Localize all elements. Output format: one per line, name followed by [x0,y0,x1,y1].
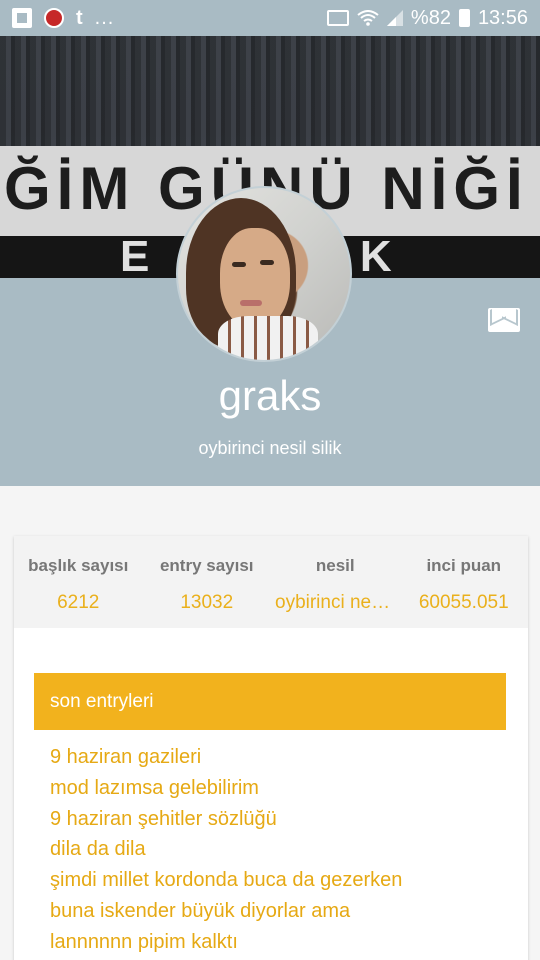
avatar-eye [232,262,246,267]
more-notifications: ... [94,6,115,29]
entry-link[interactable]: 9 haziran şehitler sözlüğü [50,804,402,835]
signal-icon [386,10,403,26]
entry-link[interactable]: buna iskender büyük diyorlar ama [50,896,402,927]
entry-link[interactable]: mod lazımsa gelebilirim [50,773,402,804]
stat-entry-count: entry sayısı 13032 [143,536,272,628]
clock: 13:56 [477,6,528,29]
cover-crowd [0,36,540,146]
avatar[interactable] [176,186,352,362]
entry-link[interactable]: lannnnnn pipim kalktı [50,927,402,958]
avatar-face [220,228,290,328]
entry-link[interactable]: şimdi millet kordonda buca da gezerken [50,865,402,896]
entry-link[interactable]: 9 haziran gazileri [50,742,402,773]
message-mail-icon[interactable] [488,308,520,332]
avatar-shirt [218,316,318,360]
battery-icon [458,9,470,27]
flipboard-icon [12,8,32,28]
stat-topic-count: başlık sayısı 6212 [14,536,143,628]
entry-link[interactable]: dila da dila [50,834,402,865]
stat-value: 60055.051 [418,592,509,613]
stat-label: inci puan [426,556,502,575]
profile-card: başlık sayısı 6212 entry sayısı 13032 ne… [14,536,528,960]
cast-icon [326,10,349,26]
stat-label: entry sayısı [159,556,254,575]
stat-score: inci puan 60055.051 [400,536,529,628]
stat-value: 6212 [57,592,100,613]
red-app-icon [44,8,64,28]
profile-tagline: oybirinci nesil silik [198,438,342,458]
stat-value: oybirinci nesil silik [275,592,400,613]
battery-percent: %82 [410,6,451,29]
stat-label: başlık sayısı [28,556,129,575]
stat-value: 13032 [180,592,234,613]
tumblr-icon: t [76,6,83,29]
recent-entries-heading: son entryleri [34,673,506,730]
wifi-icon [357,10,379,26]
recent-entries-list: 9 haziran gazileri mod lazımsa gelebilir… [50,742,402,958]
stat-generation: nesil oybirinci nesil silik [271,536,400,628]
stats-row: başlık sayısı 6212 entry sayısı 13032 ne… [14,536,528,628]
avatar-eye [260,260,274,265]
avatar-lips [240,300,262,306]
status-bar: t ... %82 13:56 [0,0,540,36]
profile-username: graks [218,372,322,419]
stat-label: nesil [315,556,355,575]
